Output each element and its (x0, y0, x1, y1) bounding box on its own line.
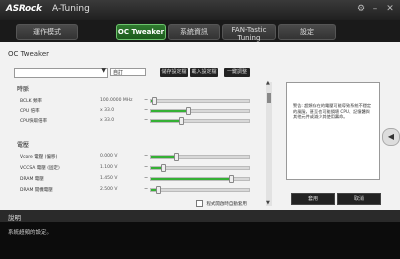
row-label: BCLK 頻率 (20, 99, 43, 104)
scrollbar-thumb[interactable] (267, 93, 271, 103)
decrease-icon[interactable]: − (144, 97, 148, 103)
profile-dropdown[interactable]: ▼ (14, 67, 108, 78)
row-value: 0.000 V (100, 154, 118, 159)
minimize-icon[interactable]: – (369, 3, 381, 15)
row-label: CPU 倍率 (20, 109, 40, 114)
slider-cpu-ratio[interactable] (150, 107, 250, 115)
a-tuning-window: ASRock A-Tuning ⚙ – ✕ 運作模式 OC Tweaker 系統… (0, 0, 400, 259)
slider-cpu-cache-ratio[interactable] (150, 117, 250, 125)
load-profile-button[interactable]: 載入設定檔 (190, 68, 218, 77)
scroll-up-icon[interactable]: ▲ (266, 80, 270, 86)
help-text: 警告: 超頻存在的電壓可能導致系統不穩定的風險，甚至也可能損壞 CPU、記憶體與… (293, 103, 372, 119)
asrock-logo: ASRock (6, 4, 42, 14)
slider-handle[interactable] (179, 117, 185, 125)
decrease-icon[interactable]: − (144, 164, 148, 170)
tab-label: 運作模式 (33, 28, 61, 36)
slider-fill (151, 120, 182, 122)
slider-vccsa[interactable] (150, 164, 250, 172)
scroll-down-icon[interactable]: ▼ (266, 200, 270, 206)
auto-apply-option[interactable]: 程式開啟時自動套用 (196, 200, 247, 207)
tab-system-info[interactable]: 系統資訊 (168, 24, 220, 40)
description-panel (0, 222, 400, 259)
slider-handle[interactable] (160, 164, 166, 172)
row-label: VCCSA 電壓 (固定) (20, 166, 60, 171)
row-value: 1.100 V (100, 165, 118, 170)
decrease-icon[interactable]: − (144, 117, 148, 123)
tab-fan-tastic-tuning[interactable]: FAN-Tastic Tuning (222, 24, 276, 42)
tab-settings[interactable]: 設定 (278, 24, 336, 40)
slider-fill (151, 178, 232, 180)
description-text: 系統超頻的設定。 (8, 230, 53, 236)
tab-label: 設定 (300, 28, 314, 36)
slider-fill (151, 110, 189, 112)
chevron-down-icon: ▼ (101, 67, 106, 74)
slider-handle[interactable] (155, 186, 161, 194)
decrease-icon[interactable]: − (144, 175, 148, 181)
arrow-left-icon[interactable]: ◀ (382, 128, 400, 146)
decrease-icon[interactable]: − (144, 107, 148, 113)
row-label: Vcore 電壓 (偏移) (20, 155, 58, 160)
decrease-icon[interactable]: − (144, 186, 148, 192)
row-value: 1.450 V (100, 176, 118, 181)
row-label: DRAM 電壓 (20, 177, 44, 182)
row-label: DRAM 開機電壓 (20, 188, 53, 193)
row-value: 100.0000 MHz (100, 98, 133, 103)
slider-dram-voltage[interactable] (150, 175, 250, 183)
row-value: x 33.0 (100, 118, 115, 123)
slider-handle[interactable] (151, 97, 157, 105)
decrease-icon[interactable]: − (144, 153, 148, 159)
tab-label: OC Tweaker (117, 28, 165, 36)
cancel-button[interactable]: 取消 (337, 193, 381, 205)
close-icon[interactable]: ✕ (384, 3, 396, 15)
tab-operation-mode[interactable]: 運作模式 (16, 24, 78, 40)
group-title-clock: 時脈 (17, 86, 30, 93)
row-value: x 33.0 (100, 108, 115, 113)
app-title: A-Tuning (52, 4, 90, 14)
slider-handle[interactable] (229, 175, 235, 183)
tab-bar: 運作模式 OC Tweaker 系統資訊 FAN-Tastic Tuning 設… (0, 20, 400, 42)
tab-label: 系統資訊 (180, 28, 208, 36)
slider-vcore[interactable] (150, 153, 250, 161)
title-bar: ASRock A-Tuning ⚙ – ✕ (0, 0, 400, 20)
tab-label: FAN-Tastic (231, 26, 267, 34)
profile-name-field[interactable]: 自訂 (110, 68, 146, 76)
apply-button[interactable]: 套用 (291, 193, 335, 205)
auto-apply-label: 程式開啟時自動套用 (206, 202, 247, 207)
slider-dram-boot-voltage[interactable] (150, 186, 250, 194)
settings-list: 時脈 BCLK 頻率 100.0000 MHz − CPU 倍率 x 33.0 … (14, 82, 262, 208)
group-title-voltage: 電壓 (17, 142, 30, 149)
gear-icon[interactable]: ⚙ (355, 3, 367, 15)
page-title: OC Tweaker (8, 50, 50, 58)
slider-handle[interactable] (186, 107, 192, 115)
help-panel: 警告: 超頻存在的電壓可能導致系統不穩定的風險，甚至也可能損壞 CPU、記憶體與… (286, 82, 380, 180)
one-click-tune-button[interactable]: 一鍵調整 (224, 68, 250, 77)
slider-bclk[interactable] (150, 97, 250, 105)
tab-label-line2: Tuning (237, 34, 261, 42)
auto-apply-checkbox[interactable] (196, 200, 203, 207)
tab-oc-tweaker[interactable]: OC Tweaker (116, 24, 166, 40)
row-label: CPU快取倍率 (20, 119, 48, 124)
description-header (0, 210, 400, 222)
description-title: 說明 (8, 214, 21, 222)
slider-handle[interactable] (173, 153, 179, 161)
row-value: 2.500 V (100, 187, 118, 192)
slider-fill (151, 156, 176, 158)
save-profile-button[interactable]: 儲存設定檔 (160, 68, 188, 77)
